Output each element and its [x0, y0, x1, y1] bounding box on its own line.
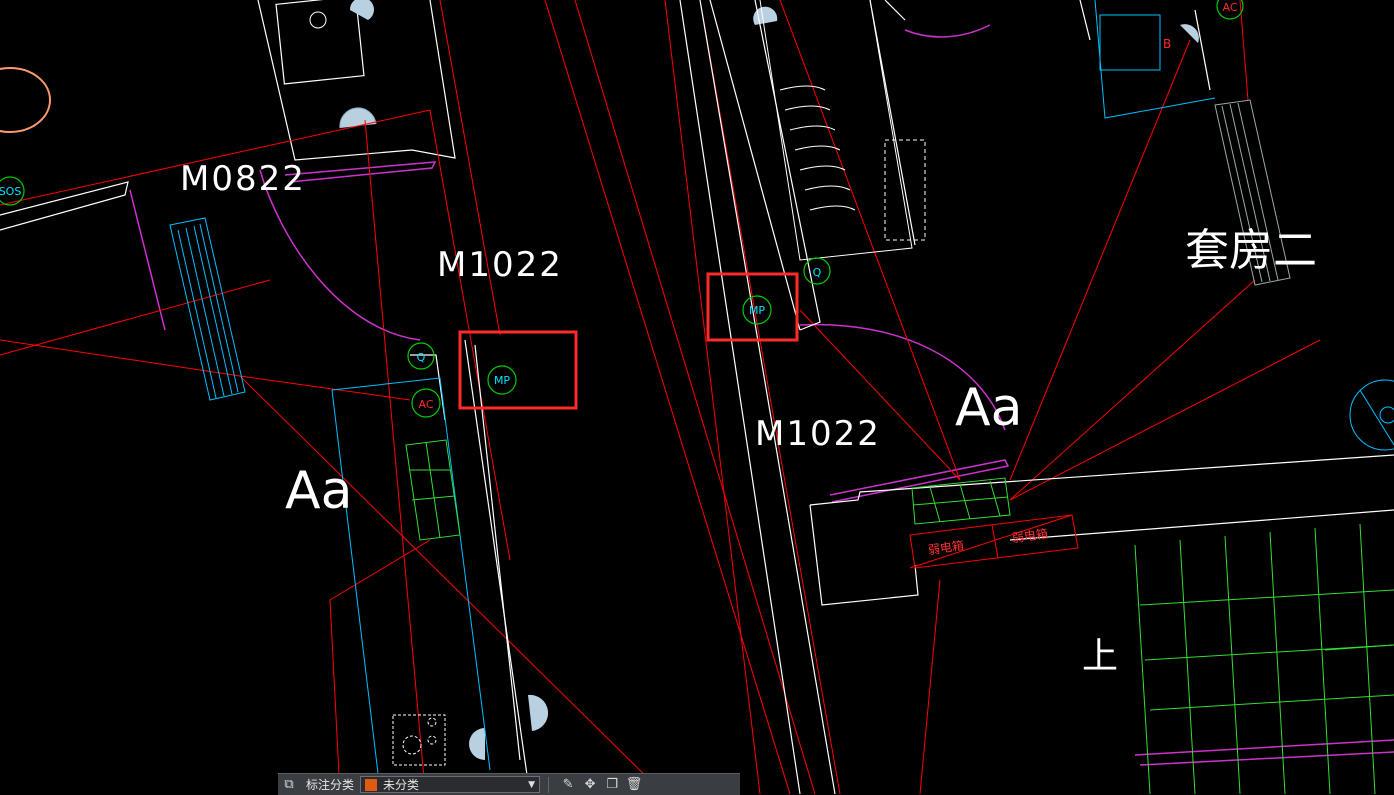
green-hatch-blocks: [405, 439, 1011, 541]
door-swings: [129, 24, 1394, 766]
half-light-icon-2: [349, 0, 374, 20]
area-label-aa-left: Aa: [285, 461, 352, 521]
room-label-suite: 套房二: [1185, 225, 1317, 276]
wiring-lines: [0, 0, 1321, 794]
marker-q-left[interactable]: Q: [407, 342, 435, 370]
annotation-category-label: 标注分类: [306, 778, 355, 792]
marker-q-right[interactable]: Q: [803, 257, 831, 285]
room-fixture-ellipse: [0, 67, 51, 133]
chevron-down-icon: ▼: [528, 779, 536, 790]
distribution-box-label-1: 弱电箱: [927, 537, 965, 557]
half-light-icon-5: [528, 694, 549, 731]
q-left-label: Q: [417, 351, 426, 364]
wall-block-top-left: [257, 0, 456, 161]
q-right-label: Q: [813, 266, 822, 279]
half-light-icon-1: [339, 107, 377, 129]
delete-icon[interactable]: 🗑: [623, 776, 645, 794]
mp-left-label: MP: [494, 374, 510, 387]
area-label-aa-right: Aa: [955, 378, 1022, 438]
fan-icon: [1349, 379, 1394, 451]
toolbar-divider: [548, 776, 550, 793]
marker-mp-left[interactable]: MP: [487, 365, 517, 395]
sos-label: SOS: [0, 185, 21, 198]
cad-drawing-canvas[interactable]: 弱电箱 弱电箱 MP MP Q Q AC AC SOS B M0822 M102…: [0, 0, 1394, 794]
move-icon[interactable]: ✥: [579, 776, 601, 794]
stair-up-label: 上: [1082, 636, 1118, 677]
door-label-m1022-b: M1022: [755, 414, 881, 454]
stair-run: [759, 0, 926, 261]
distribution-box-label-2: 弱电箱: [1011, 526, 1049, 546]
annotation-toolbar: ⧉ 标注分类 未分类 ▼ ✎ ✥ ❐ 🗑: [278, 773, 740, 795]
edit-icon[interactable]: ✎: [557, 776, 579, 794]
marker-ac-top[interactable]: AC: [1216, 0, 1244, 20]
half-light-icon-6: [469, 728, 485, 760]
cyan-equipment: [169, 0, 1216, 791]
annotation-category-select[interactable]: 未分类 ▼: [360, 776, 541, 793]
b-mark-label: B: [1163, 37, 1171, 51]
ac-left-label: AC: [418, 398, 433, 411]
marker-mp-right[interactable]: MP: [742, 295, 772, 325]
marker-ac-left[interactable]: AC: [411, 388, 441, 418]
door-label-m1022-a: M1022: [437, 245, 563, 285]
layers-icon[interactable]: ⧉: [278, 776, 300, 794]
fixture-crosshair-icon: [309, 11, 327, 29]
copy-icon[interactable]: ❐: [601, 776, 623, 794]
category-color-swatch: [365, 778, 378, 791]
category-select-value: 未分类: [383, 778, 420, 792]
mp-right-label: MP: [749, 304, 765, 317]
ac-top-label: AC: [1222, 1, 1237, 14]
door-label-m0822: M0822: [180, 159, 306, 199]
marker-sos[interactable]: SOS: [0, 176, 25, 206]
